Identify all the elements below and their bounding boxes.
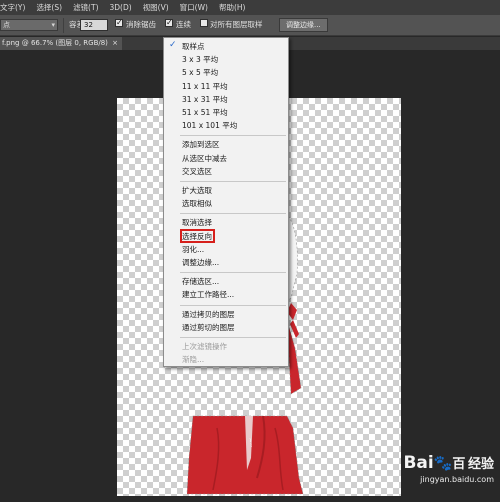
contiguous-checkbox[interactable]: ✓	[165, 19, 173, 27]
menu-item[interactable]: 上次滤镜操作	[182, 341, 227, 352]
menu-type[interactable]: 文字(Y)	[0, 2, 25, 13]
watermark: Bai🐾百 经验 jingyan.baidu.com	[403, 453, 494, 484]
options-bar: 点 容差： 32 ✓ 消除锯齿 ✓ 连续 ✓ 对所有图层取样 调整边缘...	[0, 15, 500, 36]
close-icon[interactable]: ×	[112, 37, 118, 50]
menu-filter[interactable]: 滤镜(T)	[73, 2, 98, 13]
menu-select[interactable]: 选择(S)	[36, 2, 62, 13]
menu-item[interactable]: 11 x 11 平均	[182, 81, 228, 92]
sample-all-label: 对所有图层取样	[210, 20, 263, 29]
menu-item[interactable]: 调整边缘...	[182, 257, 219, 268]
menu-item[interactable]: 5 x 5 平均	[182, 67, 218, 78]
divider	[63, 18, 64, 33]
menu-window[interactable]: 窗口(W)	[180, 2, 208, 13]
menu-item[interactable]: 通过拷贝的图层	[182, 309, 235, 320]
menu-item[interactable]: 添加到选区	[182, 139, 220, 150]
refine-edge-button[interactable]: 调整边缘...	[279, 18, 328, 32]
menu-item[interactable]: 选择反向	[182, 231, 212, 242]
menu-item[interactable]: 3 x 3 平均	[182, 54, 218, 65]
menu-separator	[180, 135, 286, 137]
context-menu: ✓ 取样点 3 x 3 平均 5 x 5 平均 11 x 11 平均 31 x 31 平…	[163, 37, 289, 367]
menu-item[interactable]: 渐隐...	[182, 354, 204, 365]
menu-item[interactable]: 羽化...	[182, 244, 204, 255]
menu-3d[interactable]: 3D(D)	[110, 3, 132, 12]
menu-item[interactable]: 取样点	[182, 41, 205, 52]
paw-icon: 🐾	[433, 454, 453, 472]
watermark-url: jingyan.baidu.com	[420, 475, 494, 484]
menu-item[interactable]: 选取相似	[182, 198, 212, 209]
watermark-logo: Bai	[403, 453, 434, 473]
contiguous-label: 连续	[176, 20, 191, 29]
menu-item[interactable]: 交叉选区	[182, 166, 212, 177]
sample-all-checkbox[interactable]: ✓	[200, 19, 208, 27]
antialias-label: 消除锯齿	[126, 20, 156, 29]
menu-separator	[180, 304, 286, 306]
menu-view[interactable]: 视图(V)	[143, 2, 169, 13]
menu-separator	[180, 337, 286, 338]
tolerance-input[interactable]: 32	[80, 19, 108, 31]
menu-item[interactable]: 建立工作路径...	[182, 289, 234, 300]
sample-size-select[interactable]: 点	[0, 19, 58, 31]
document-tab-title: f.png @ 66.7% (图层 0, RGB/8)	[2, 39, 108, 47]
menu-item[interactable]: 31 x 31 平均	[182, 94, 228, 105]
menu-item[interactable]: 从选区中减去	[182, 153, 227, 164]
watermark-logo-cn: 百	[452, 457, 466, 472]
menu-help[interactable]: 帮助(H)	[219, 2, 246, 13]
document-tab[interactable]: f.png @ 66.7% (图层 0, RGB/8) ×	[0, 37, 122, 50]
watermark-brand: 经验	[467, 457, 494, 472]
checkmark-icon: ✓	[169, 40, 177, 50]
menu-separator	[180, 181, 286, 182]
antialias-checkbox[interactable]: ✓	[115, 19, 123, 27]
menu-item[interactable]: 取消选择	[182, 217, 212, 228]
menu-separator	[180, 272, 286, 274]
menu-item[interactable]: 扩大选取	[182, 185, 212, 196]
menu-item[interactable]: 51 x 51 平均	[182, 107, 228, 118]
menu-item[interactable]: 101 x 101 平均	[182, 120, 237, 131]
menu-item[interactable]: 通过剪切的图层	[182, 322, 235, 333]
menu-bar: 文字(Y) 选择(S) 滤镜(T) 3D(D) 视图(V) 窗口(W) 帮助(H…	[0, 0, 500, 15]
menu-separator	[180, 213, 286, 215]
menu-item[interactable]: 存储选区...	[182, 276, 219, 287]
